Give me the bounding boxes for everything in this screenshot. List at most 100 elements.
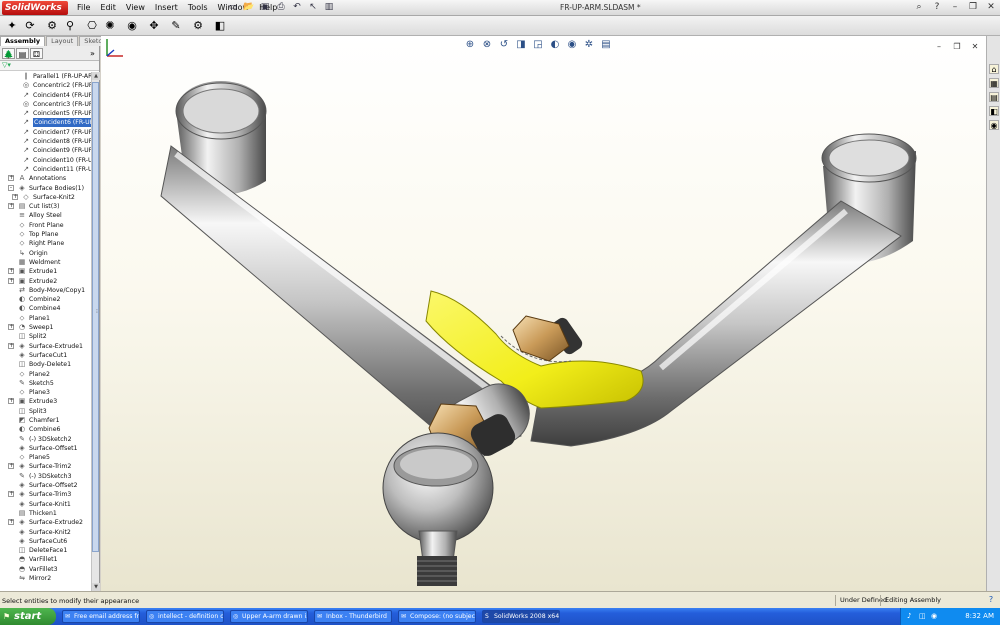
expand-toggle-icon[interactable]: +: [12, 193, 18, 200]
rebuild-icon[interactable]: ▥: [322, 1, 336, 14]
expand-panel-icon[interactable]: »: [86, 48, 99, 59]
appearance-icon[interactable]: ✲: [582, 38, 596, 52]
solidworks-logo[interactable]: SolidWorks: [2, 1, 68, 15]
undo-icon[interactable]: ↶: [290, 1, 304, 14]
tree-item[interactable]: + ◔ Sweep1: [0, 323, 91, 332]
tree-item[interactable]: ↗ Coincident7 (FR-UP-AI: [0, 128, 91, 137]
tree-item[interactable]: + ◈ Surface-Extrude2: [0, 518, 91, 527]
tree-item[interactable]: + ▣ Extrude2: [0, 277, 91, 286]
tree-item[interactable]: + A Annotations: [0, 174, 91, 183]
tree-item[interactable]: ◫ Split3: [0, 407, 91, 416]
appearances-icon[interactable]: ◉: [989, 120, 999, 130]
tree-item[interactable]: ◈ Surface-Offset1: [0, 444, 91, 453]
tree-item[interactable]: + ◈ Surface-Trim2: [0, 462, 91, 471]
rebuild-icon[interactable]: ⟳: [22, 18, 38, 34]
taskbar-button[interactable]: ✉ Compose: (no subject): [398, 610, 476, 623]
network-icon[interactable]: ◫: [919, 612, 927, 620]
expand-toggle-icon[interactable]: +: [8, 268, 14, 275]
display-style-icon[interactable]: ◐: [548, 38, 562, 52]
taskbar-button[interactable]: ✉ Free email address fr...: [62, 610, 140, 623]
tab-layout[interactable]: Layout: [46, 36, 79, 46]
tree-item[interactable]: ◩ Chamfer1: [0, 416, 91, 425]
help-icon[interactable]: ?: [930, 1, 944, 14]
status-help-icon[interactable]: ?: [986, 595, 996, 605]
tree-item[interactable]: + ◇ Surface-Knit2: [0, 193, 91, 202]
tree-item[interactable]: + ▤ Cut list(3): [0, 202, 91, 211]
select-icon[interactable]: ↖: [306, 1, 320, 14]
tree-item[interactable]: ↗ Coincident10 (FR-UP-A: [0, 156, 91, 165]
tree-item[interactable]: ◈ SurfaceCut1: [0, 351, 91, 360]
tree-item[interactable]: ⬦ Plane2: [0, 370, 91, 379]
open-icon[interactable]: 📂: [242, 1, 256, 14]
tree-item[interactable]: ◐ Combine6: [0, 425, 91, 434]
expand-toggle-icon[interactable]: +: [8, 463, 14, 470]
tree-item[interactable]: + ▣ Extrude1: [0, 267, 91, 276]
tree-item[interactable]: ◈ SurfaceCut6: [0, 537, 91, 546]
tree-item[interactable]: ◫ Split2: [0, 332, 91, 341]
feature-tree-tab-icon[interactable]: 🌲: [2, 48, 15, 59]
menu-edit[interactable]: Edit: [95, 2, 121, 14]
move-icon[interactable]: ✥: [146, 18, 162, 34]
previous-view-icon[interactable]: ↺: [497, 38, 511, 52]
save-icon[interactable]: ▣: [258, 1, 272, 14]
tree-item[interactable]: ↗ Coincident9 (FR-UP-AI: [0, 146, 91, 155]
tree-item[interactable]: ⬦ Plane3: [0, 388, 91, 397]
zoom-area-icon[interactable]: ⊗: [480, 38, 494, 52]
search-icon[interactable]: ⌕: [912, 1, 926, 14]
smartmates-icon[interactable]: ⚲: [62, 18, 78, 34]
print-icon[interactable]: ⎙: [274, 1, 288, 14]
taskbar-button[interactable]: ✉ Inbox - Thunderbird: [314, 610, 392, 623]
tree-item[interactable]: ◫ DeleteFace1: [0, 546, 91, 555]
explode-icon[interactable]: ✺: [102, 18, 118, 34]
paint-icon[interactable]: ✎: [168, 18, 184, 34]
tree-item[interactable]: ↗ Coincident6 (FR-UP-AI: [0, 118, 91, 128]
tree-item[interactable]: + ◈ Surface-Extrude1: [0, 342, 91, 351]
design-library-icon[interactable]: ▦: [989, 78, 999, 88]
tree-item[interactable]: ◐ Combine4: [0, 304, 91, 313]
view-orientation-icon[interactable]: ◲: [531, 38, 545, 52]
viewport-minimize-icon[interactable]: –: [932, 40, 946, 53]
view-palette-icon[interactable]: ◧: [989, 106, 999, 116]
tree-item[interactable]: ↗ Coincident4 (FR-UP-AI: [0, 91, 91, 100]
menu-view[interactable]: View: [121, 2, 150, 14]
taskbar-button[interactable]: ◎ Upper A-arm drawn i...: [230, 610, 308, 623]
file-explorer-icon[interactable]: ▤: [989, 92, 999, 102]
expand-toggle-icon[interactable]: +: [8, 324, 14, 331]
section-view-icon[interactable]: ◨: [514, 38, 528, 52]
tree-item[interactable]: ↗ Coincident11 (FR-UP-A: [0, 165, 91, 174]
scroll-up-icon[interactable]: ▲: [92, 72, 100, 80]
assembly-icon[interactable]: ⚙: [44, 18, 60, 34]
tree-scrollbar[interactable]: ▲ ▼: [91, 72, 100, 591]
restore-icon[interactable]: ❐: [966, 1, 980, 14]
security-icon[interactable]: ◉: [931, 612, 939, 620]
viewport-close-icon[interactable]: ✕: [968, 40, 982, 53]
volume-icon[interactable]: ♪: [907, 612, 915, 620]
expand-toggle-icon[interactable]: +: [8, 342, 14, 349]
expand-toggle-icon[interactable]: +: [8, 203, 14, 210]
interference-icon[interactable]: ◉: [124, 18, 140, 34]
viewport-restore-icon[interactable]: ❐: [950, 40, 964, 53]
tree-item[interactable]: ⬦ Plane1: [0, 314, 91, 323]
measure-icon[interactable]: ◧: [212, 18, 228, 34]
tree-item[interactable]: ↳ Origin: [0, 249, 91, 258]
taskbar-button[interactable]: ◎intellect - definition of...: [146, 610, 224, 623]
menu-tools[interactable]: Tools: [183, 2, 213, 14]
new-icon[interactable]: ✦: [4, 18, 20, 34]
tree-item[interactable]: ↗ Coincident8 (FR-UP-AI: [0, 137, 91, 146]
expand-toggle-icon[interactable]: +: [8, 175, 14, 182]
property-manager-tab-icon[interactable]: ▤: [16, 48, 29, 59]
minimize-icon[interactable]: –: [948, 1, 962, 14]
expand-toggle-icon[interactable]: +: [8, 277, 14, 284]
tree-item[interactable]: + ▣ Extrude3: [0, 397, 91, 406]
tree-item[interactable]: ▤ Thicken1: [0, 509, 91, 518]
scroll-down-icon[interactable]: ▼: [92, 583, 100, 591]
tree-item[interactable]: ↗ Coincident5 (FR-UP-AI: [0, 109, 91, 118]
tree-item[interactable]: ✎ (-) 3DSketch2: [0, 435, 91, 444]
options-icon[interactable]: ⚙: [190, 18, 206, 34]
tree-item[interactable]: ⬦ Plane5: [0, 453, 91, 462]
tree-item[interactable]: + ◈ Surface-Trim3: [0, 490, 91, 499]
hide-show-icon[interactable]: ◉: [565, 38, 579, 52]
tree-item[interactable]: ◎Concentric2 (FR-UP-AI: [0, 81, 91, 90]
start-button[interactable]: ⚑ start: [0, 608, 56, 625]
scene-icon[interactable]: ▤: [599, 38, 613, 52]
